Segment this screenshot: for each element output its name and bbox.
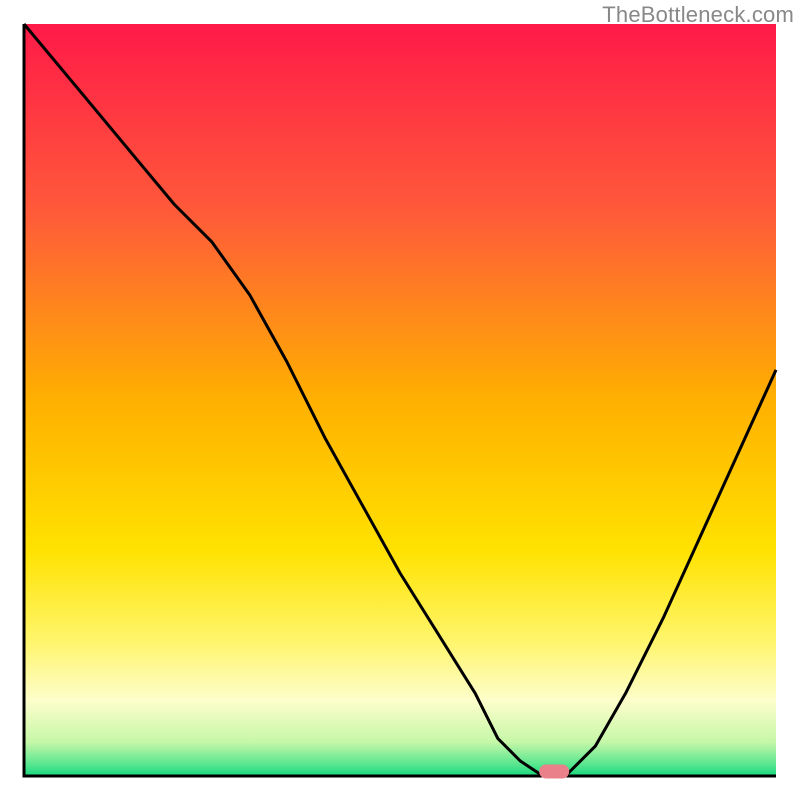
watermark-text: TheBottleneck.com <box>602 2 794 28</box>
optimal-marker <box>539 764 569 778</box>
chart-svg <box>0 0 800 800</box>
bottleneck-chart: TheBottleneck.com <box>0 0 800 800</box>
plot-background <box>24 24 776 776</box>
